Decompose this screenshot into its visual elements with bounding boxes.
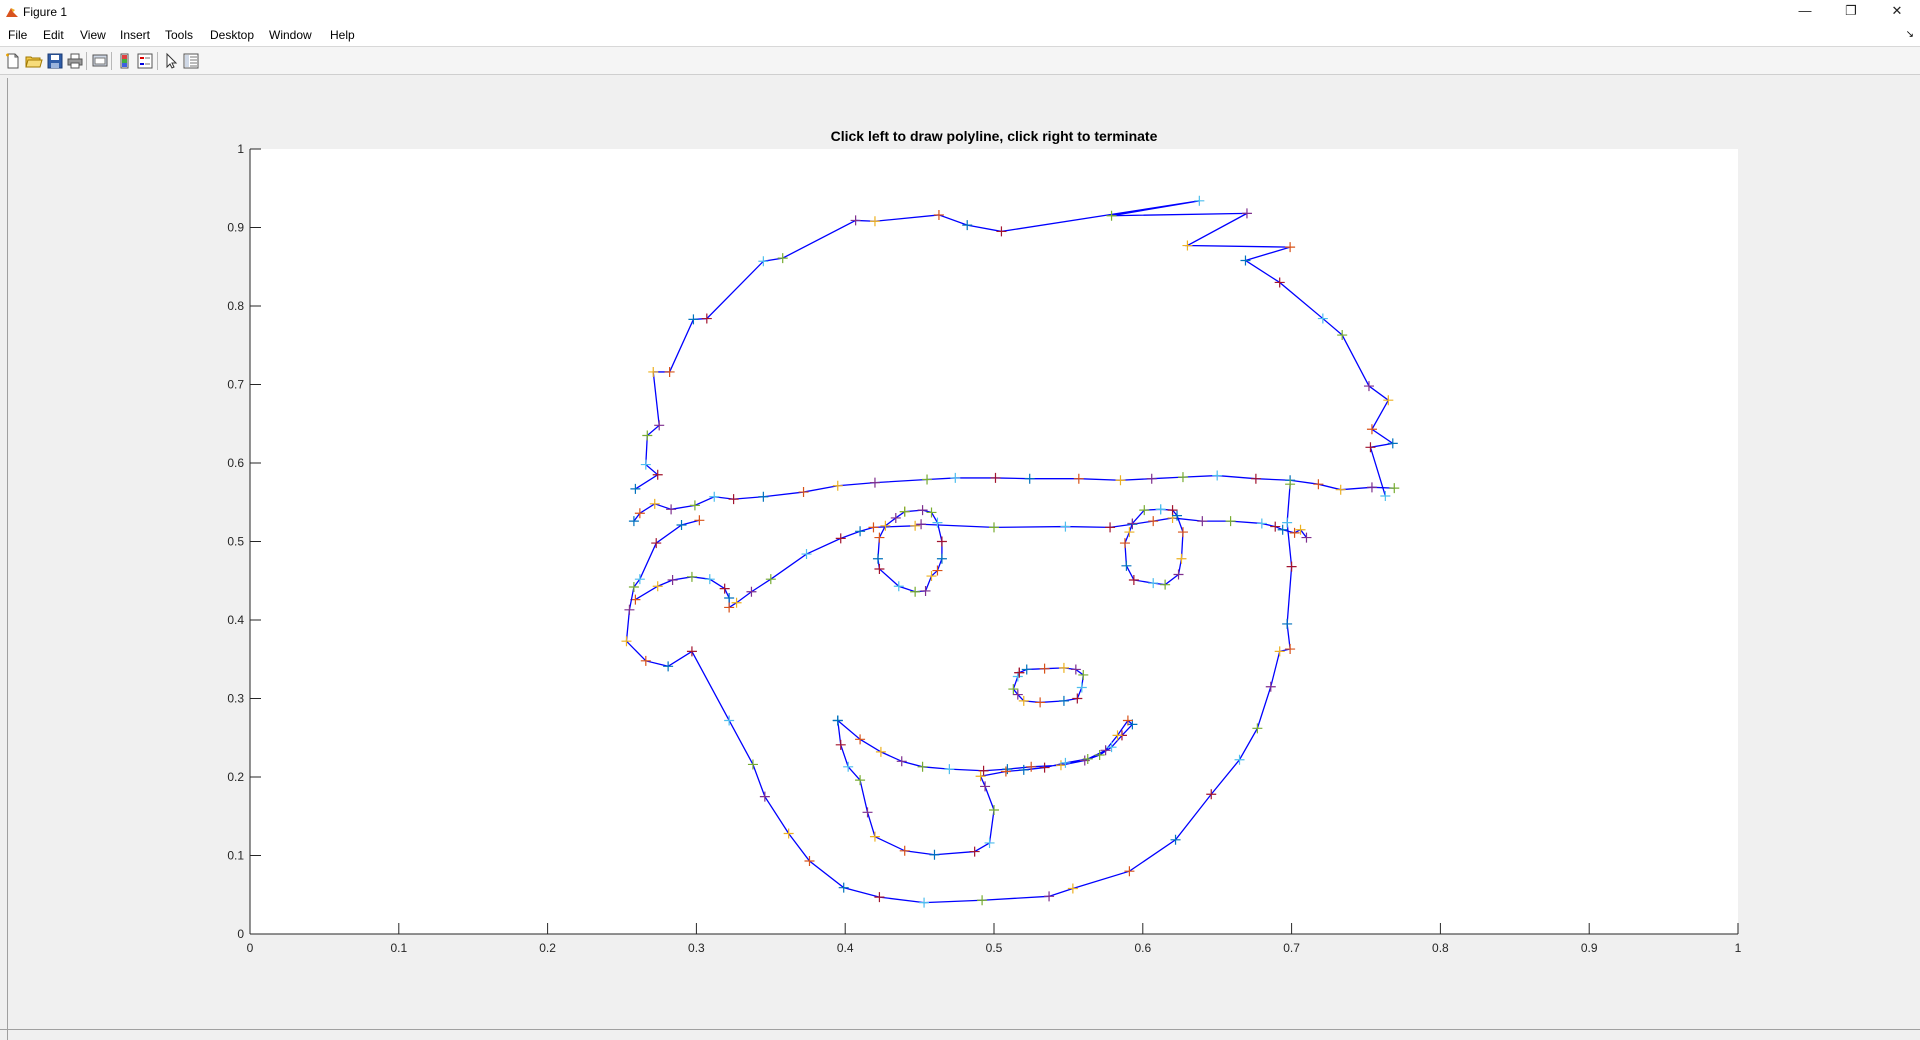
plot-axes[interactable]: 0 0.1 0.2 0.3 0.4 0.5 0.6 0.7 0.8 0.9 1 0 0.1 0.2 0.3 0… [0, 0, 1920, 1040]
x-tick-label: 0.8 [1432, 941, 1449, 955]
x-tick-label: 1 [1735, 941, 1742, 955]
y-tick-label: 1 [237, 142, 244, 156]
plot-title: Click left to draw polyline, click right… [831, 128, 1158, 144]
x-tick-label: 0.4 [837, 941, 854, 955]
y-tick-label: 0.7 [227, 378, 244, 392]
x-tick-label: 0.9 [1581, 941, 1598, 955]
x-tick-label: 0.5 [986, 941, 1003, 955]
y-tick-label: 0.6 [227, 456, 244, 470]
x-tick-label: 0.1 [390, 941, 407, 955]
x-tick-label: 0.6 [1134, 941, 1151, 955]
y-tick-label: 0.8 [227, 299, 244, 313]
y-tick-label: 0 [237, 927, 244, 941]
x-tick-label: 0.3 [688, 941, 705, 955]
y-tick-label: 0.1 [227, 849, 244, 863]
y-tick-label: 0.5 [227, 535, 244, 549]
x-tick-label: 0.2 [539, 941, 556, 955]
y-tick-label: 0.2 [227, 770, 244, 784]
y-tick-label: 0.3 [227, 692, 244, 706]
y-tick-label: 0.4 [227, 613, 244, 627]
x-tick-label: 0.7 [1283, 941, 1300, 955]
x-tick-label: 0 [247, 941, 254, 955]
y-tick-label: 0.9 [227, 221, 244, 235]
axes-background[interactable] [250, 149, 1738, 934]
